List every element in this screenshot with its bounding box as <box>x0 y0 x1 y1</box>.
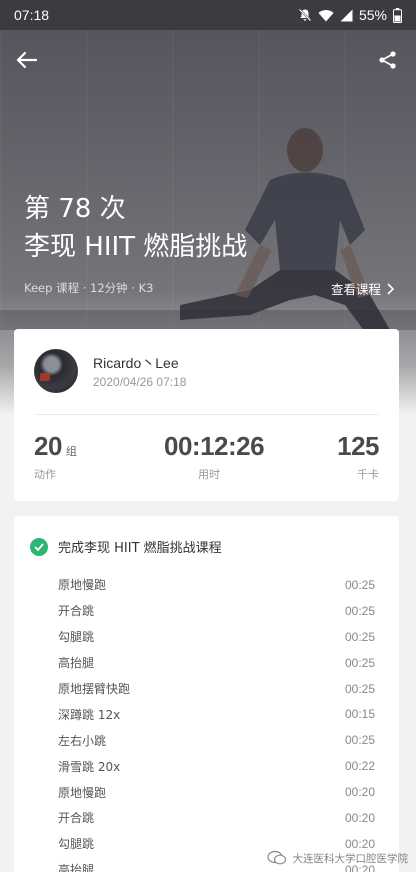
exercise-duration: 00:20 <box>344 785 375 800</box>
exercise-name: 高抬腿 <box>58 656 95 671</box>
arrow-left-icon <box>16 51 37 69</box>
exercise-duration: 00:25 <box>344 577 375 592</box>
exercise-name: 勾腿跳 <box>58 837 95 852</box>
course-meta: Keep 课程 · 12分钟 · K3 <box>24 281 154 295</box>
exercise-duration: 00:25 <box>344 733 375 748</box>
exercise-card: 完成李现 HIIT 燃脂挑战课程 原地慢跑 00:25 开合跳 00:25 勾腿跳 00:… <box>14 516 399 872</box>
battery-icon <box>393 7 402 23</box>
view-course-label: 查看课程 <box>330 282 381 297</box>
completion-title: 完成李现 HIIT 燃脂挑战课程 <box>58 541 222 556</box>
stat-calories: 125 千卡 <box>337 431 379 482</box>
exercise-duration: 00:25 <box>344 629 375 644</box>
status-bar: 07:18 55% <box>0 0 416 30</box>
stat-duration: 00:12:26 用时 <box>164 431 265 482</box>
exercise-row: 原地慢跑 00:20 <box>58 779 375 805</box>
exercise-row: 深蹲跳 12x 00:15 <box>58 701 375 727</box>
exercise-name: 开合跳 <box>58 811 95 826</box>
exercise-name: 开合跳 <box>58 604 95 619</box>
exercise-duration: 00:25 <box>344 655 375 670</box>
share-icon <box>379 51 396 69</box>
watermark: 大连医科大学口腔医学院 <box>266 850 409 866</box>
exercise-duration: 00:22 <box>344 759 375 774</box>
share-button[interactable] <box>372 44 404 76</box>
wechat-icon <box>266 850 286 865</box>
exercise-name: 滑雪跳 20x <box>58 759 121 774</box>
mute-bell-icon <box>298 8 312 22</box>
battery-percent: 55% <box>358 7 387 23</box>
stat-actions: 20 组 动作 <box>34 431 77 482</box>
exercise-row: 开合跳 00:20 <box>58 805 375 831</box>
exercise-name: 原地慢跑 <box>58 578 107 593</box>
check-circle-icon <box>30 537 48 556</box>
exercise-list: 原地慢跑 00:25 开合跳 00:25 勾腿跳 00:25 高抬腿 00:25 原地摆臂快跑 0… <box>58 572 375 872</box>
exercise-duration: 00:25 <box>344 681 375 696</box>
summary-card: Ricardo丶Lee 2020/04/26 07:18 20 组 动作 00:1… <box>14 329 399 501</box>
calories-value: 125 <box>337 431 379 461</box>
avatar[interactable] <box>34 349 78 393</box>
view-course-link[interactable]: 查看课程 <box>331 279 394 298</box>
exercise-row: 原地摆臂快跑 00:25 <box>58 676 375 702</box>
exercise-row: 开合跳 00:25 <box>58 598 375 624</box>
exercise-duration: 00:15 <box>344 707 375 722</box>
actions-unit: 组 <box>65 445 77 458</box>
calories-label: 千卡 <box>357 468 379 481</box>
chevron-right-icon <box>387 282 394 295</box>
back-button[interactable] <box>10 44 42 76</box>
duration-label: 用时 <box>198 468 220 481</box>
exercise-row: 滑雪跳 20x 00:22 <box>58 753 375 779</box>
exercise-duration: 00:25 <box>344 603 375 618</box>
divider <box>34 414 379 415</box>
exercise-name: 勾腿跳 <box>58 630 95 645</box>
workout-count: 第 78 次 <box>24 194 126 224</box>
duration-value: 00:12:26 <box>164 431 265 461</box>
actions-label: 动作 <box>34 468 56 481</box>
exercise-duration: 00:20 <box>344 810 375 825</box>
exercise-name: 原地慢跑 <box>58 785 107 800</box>
user-name[interactable]: Ricardo丶Lee <box>93 353 179 373</box>
exercise-duration: 00:20 <box>344 836 375 851</box>
exercise-name: 左右小跳 <box>58 733 107 748</box>
status-time: 07:18 <box>14 7 50 23</box>
wifi-icon <box>318 9 334 21</box>
actions-value: 20 <box>34 431 62 461</box>
watermark-text: 大连医科大学口腔医学院 <box>292 852 409 865</box>
course-name: 李现 HIIT 燃脂挑战 <box>24 232 248 262</box>
status-icons: 55% <box>298 7 402 23</box>
workout-date: 2020/04/26 07:18 <box>93 375 187 389</box>
exercise-name: 深蹲跳 12x <box>58 707 121 722</box>
workout-title: 第 78 次 李现 HIIT 燃脂挑战 <box>24 190 247 266</box>
completion-header: 完成李现 HIIT 燃脂挑战课程 <box>30 537 222 556</box>
exercise-row: 勾腿跳 00:25 <box>58 624 375 650</box>
signal-icon <box>340 9 353 21</box>
exercise-row: 高抬腿 00:25 <box>58 650 375 676</box>
exercise-row: 原地慢跑 00:25 <box>58 572 375 598</box>
exercise-name: 高抬腿 <box>58 863 95 872</box>
exercise-name: 原地摆臂快跑 <box>58 682 131 696</box>
exercise-row: 左右小跳 00:25 <box>58 727 375 753</box>
